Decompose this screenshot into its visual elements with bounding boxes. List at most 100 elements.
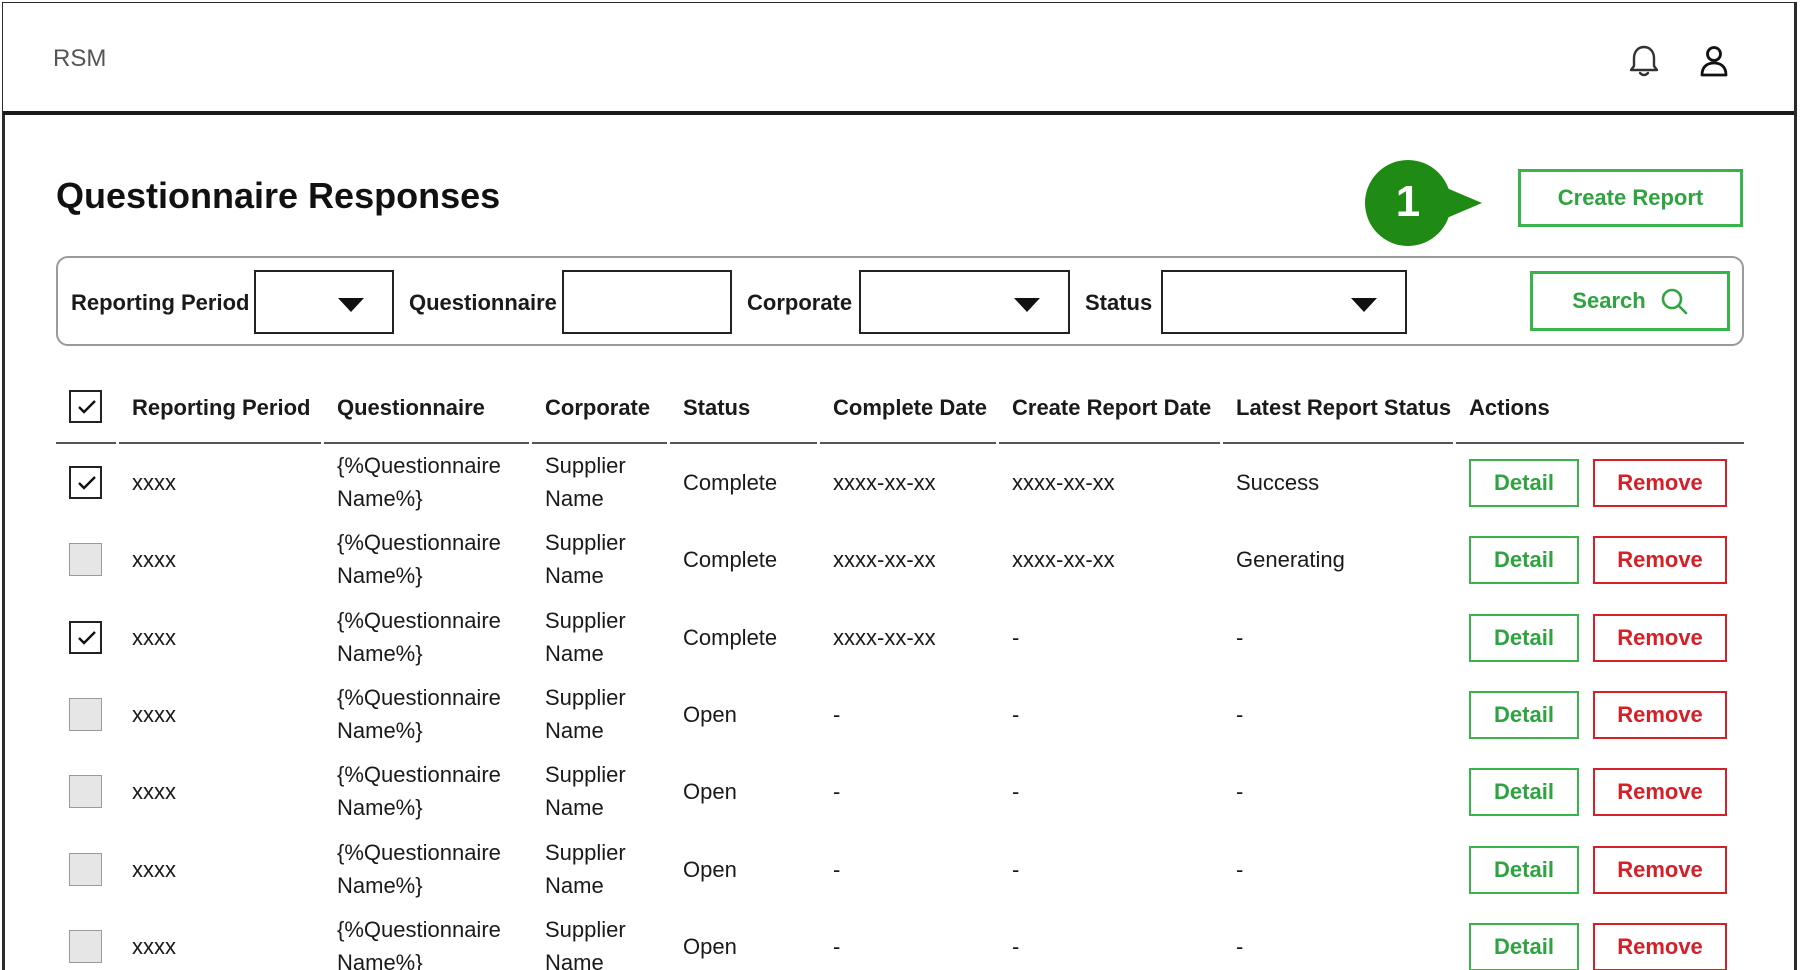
cell-questionnaire: {%Questionnaire Name%} (337, 913, 501, 970)
table-header: Reporting Period Questionnaire Corporate… (56, 384, 1744, 450)
row-checkbox[interactable] (69, 697, 102, 731)
check-icon (78, 476, 96, 490)
cell-corporate: Supplier Name (545, 758, 626, 824)
cell-corporate-line: Supplier (545, 684, 626, 710)
cell-corporate: Supplier Name (545, 604, 626, 670)
cell-reporting-period: xxxx (132, 701, 176, 727)
table-row: xxxx {%Questionnaire Name%} Supplier Name Ope… (56, 676, 1744, 753)
cell-latest-report-status: Success (1236, 470, 1320, 495)
search-button[interactable]: Search (1530, 271, 1730, 331)
cell-corporate-line: Supplier (545, 607, 626, 633)
check-icon (78, 630, 96, 645)
filter-bar: Reporting Period Questionnaire Corporate… (56, 256, 1744, 346)
cell-questionnaire-line: Name%} (337, 563, 423, 589)
cell-corporate-line: Name (545, 949, 604, 970)
row-checkbox[interactable] (69, 775, 102, 809)
user-icon[interactable] (1696, 43, 1732, 79)
column-header-complete-date[interactable]: Complete Date (833, 395, 987, 421)
chevron-down-icon (338, 298, 364, 312)
cell-questionnaire: {%Questionnaire Name%} (337, 526, 501, 592)
cell-create-report-date: - (1012, 779, 1020, 805)
cell-corporate-line: Supplier (545, 916, 626, 942)
cell-complete-date: xxxx-xx-xx (833, 470, 936, 495)
cell-questionnaire-line: {%Questionnaire (337, 684, 501, 710)
cell-corporate: Supplier Name (545, 913, 626, 970)
remove-button[interactable]: Remove (1593, 845, 1727, 894)
cell-corporate-line: Name (545, 563, 604, 589)
column-header-actions: Actions (1469, 395, 1550, 420)
cell-questionnaire-line: {%Questionnaire (337, 839, 501, 865)
detail-button[interactable]: Detail (1469, 690, 1579, 739)
row-checkbox[interactable] (69, 543, 102, 577)
cell-complete-date: - (833, 779, 841, 805)
cell-status: Complete (683, 624, 778, 650)
column-header-questionnaire[interactable]: Questionnaire (337, 395, 485, 421)
create-report-button[interactable]: Create Report (1518, 169, 1743, 227)
status-select[interactable] (1161, 270, 1407, 334)
cell-questionnaire-line: Name%} (337, 640, 423, 666)
cell-corporate-line: Supplier (545, 762, 626, 788)
cell-create-report-date: - (1012, 624, 1020, 650)
column-header-create-report-date[interactable]: Create Report Date (1012, 395, 1211, 421)
cell-corporate: Supplier Name (545, 681, 626, 747)
column-header-latest-report-status[interactable]: Latest Report Status (1236, 395, 1451, 421)
check-icon (78, 400, 96, 414)
cell-latest-report-status: Generating (1236, 547, 1345, 573)
column-header-reporting-period[interactable]: Reporting Period (132, 395, 310, 421)
cell-complete-date: xxxx-xx-xx (833, 624, 936, 650)
detail-button[interactable]: Detail (1469, 922, 1579, 970)
cell-questionnaire-line: {%Questionnaire (337, 762, 501, 788)
row-checkbox[interactable] (69, 620, 102, 654)
table-row: xxxx {%Questionnaire Name%} Supplier Name Com… (56, 444, 1744, 521)
bell-icon[interactable] (1626, 43, 1662, 79)
cell-create-report-date: xxxx-xx-xx (1012, 470, 1115, 495)
cell-questionnaire-line: Name%} (337, 795, 423, 821)
table-row: xxxx {%Questionnaire Name%} Supplier Name Com… (56, 521, 1744, 598)
detail-button[interactable]: Detail (1469, 613, 1579, 662)
remove-button[interactable]: Remove (1593, 536, 1727, 585)
cell-reporting-period: xxxx (132, 470, 176, 495)
remove-button[interactable]: Remove (1593, 690, 1727, 739)
cell-status: Complete (683, 547, 778, 573)
corporate-select[interactable] (859, 270, 1070, 334)
detail-button[interactable]: Detail (1469, 536, 1579, 585)
remove-button[interactable]: Remove (1593, 459, 1727, 507)
select-all-checkbox[interactable] (69, 390, 102, 423)
filter-label-corporate: Corporate (747, 290, 853, 315)
cell-questionnaire-line: Name%} (337, 717, 423, 743)
cell-corporate-line: Name (545, 640, 604, 666)
detail-button[interactable]: Detail (1469, 768, 1579, 817)
cell-create-report-date: - (1012, 701, 1020, 727)
annotation-marker-number: 1 (1395, 177, 1421, 226)
cell-reporting-period: xxxx (132, 779, 176, 805)
row-checkbox[interactable] (69, 466, 102, 499)
remove-button[interactable]: Remove (1593, 768, 1727, 817)
remove-button[interactable]: Remove (1593, 613, 1727, 662)
row-checkbox[interactable] (69, 852, 102, 886)
cell-reporting-period: xxxx (132, 856, 176, 882)
chevron-down-icon (1014, 298, 1040, 312)
cell-corporate-line: Supplier (545, 453, 626, 478)
cell-corporate-line: Supplier (545, 530, 626, 556)
detail-button[interactable]: Detail (1469, 845, 1579, 894)
cell-questionnaire-line: Name%} (337, 949, 423, 970)
questionnaire-input[interactable] (562, 270, 732, 334)
detail-button[interactable]: Detail (1469, 459, 1579, 507)
cell-status: Open (683, 779, 737, 805)
cell-corporate-line: Name (545, 872, 604, 898)
column-header-status[interactable]: Status (683, 395, 750, 421)
row-checkbox[interactable] (69, 929, 102, 963)
cell-complete-date: - (833, 856, 841, 882)
cell-corporate-line: Name (545, 486, 604, 511)
column-header-corporate[interactable]: Corporate (545, 395, 650, 421)
reporting-period-select[interactable] (254, 270, 394, 334)
cell-latest-report-status: - (1236, 933, 1244, 959)
cell-reporting-period: xxxx (132, 624, 176, 650)
cell-questionnaire: {%Questionnaire Name%} (337, 604, 501, 670)
cell-complete-date: - (833, 933, 841, 959)
cell-status: Open (683, 856, 737, 882)
brand-logo[interactable]: RSM (53, 45, 106, 73)
remove-button[interactable]: Remove (1593, 922, 1727, 970)
cell-latest-report-status: - (1236, 701, 1244, 727)
cell-questionnaire: {%Questionnaire Name%} (337, 758, 501, 824)
